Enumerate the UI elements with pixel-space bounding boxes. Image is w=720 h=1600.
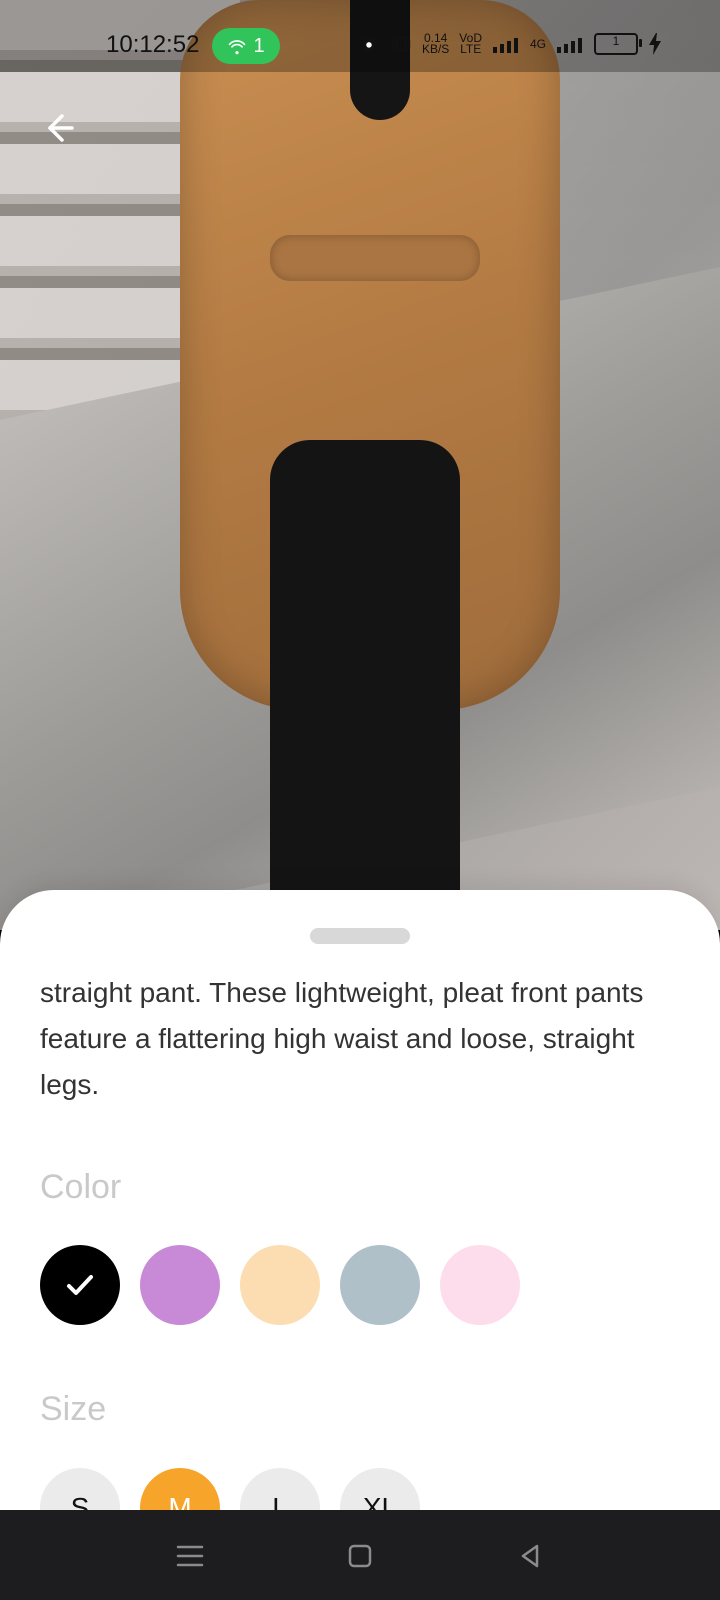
wifi-hotspot-icon: [229, 40, 246, 55]
status-bar: 10:12:52 1 0.14 KB/S VoD LTE 4G 1: [0, 0, 720, 72]
back-nav-icon[interactable]: [510, 1536, 550, 1576]
alarm-icon: [361, 36, 377, 52]
status-time: 10:12:52: [106, 31, 200, 58]
color-swatch-black[interactable]: [40, 1245, 120, 1325]
color-options: [40, 1245, 520, 1325]
back-arrow-icon: [48, 114, 74, 142]
hotspot-count: 1: [253, 34, 265, 57]
hotspot-indicator: 1: [212, 28, 280, 64]
battery-level-text: 1: [612, 34, 620, 48]
product-description: straight pant. These lightweight, pleat …: [40, 977, 644, 1100]
product-hero-image: [0, 0, 720, 930]
color-swatch-pink[interactable]: [440, 1245, 520, 1325]
color-swatch-peach[interactable]: [240, 1245, 320, 1325]
check-icon: [67, 1275, 93, 1295]
size-section-title: Size: [40, 1390, 107, 1428]
menu-icon[interactable]: [170, 1536, 210, 1576]
volte-line2: LTE: [460, 42, 482, 56]
data-speed: 0.14 KB/S: [421, 32, 450, 56]
system-navigation-bar: [0, 1510, 720, 1600]
coat-belt-illustration: [270, 235, 480, 281]
network-label: 4G: [529, 36, 546, 51]
color-swatch-blue-gray[interactable]: [340, 1245, 420, 1325]
signal-icon-2: [557, 38, 582, 53]
volte-badge: VoD LTE: [459, 32, 482, 56]
status-icons: 0.14 KB/S VoD LTE 4G 1: [358, 32, 662, 56]
signal-icon: [492, 38, 518, 53]
sheet-drag-handle[interactable]: [310, 928, 410, 944]
back-button[interactable]: [38, 108, 78, 148]
black-pants-illustration: [270, 440, 460, 910]
data-speed-unit: KB/S: [421, 42, 450, 56]
charging-icon: [649, 33, 661, 55]
color-swatch-purple[interactable]: [140, 1245, 220, 1325]
battery-icon: 1: [594, 33, 642, 55]
vibrate-icon: [391, 35, 411, 53]
color-section-title: Color: [40, 1168, 122, 1206]
home-icon[interactable]: [340, 1536, 380, 1576]
